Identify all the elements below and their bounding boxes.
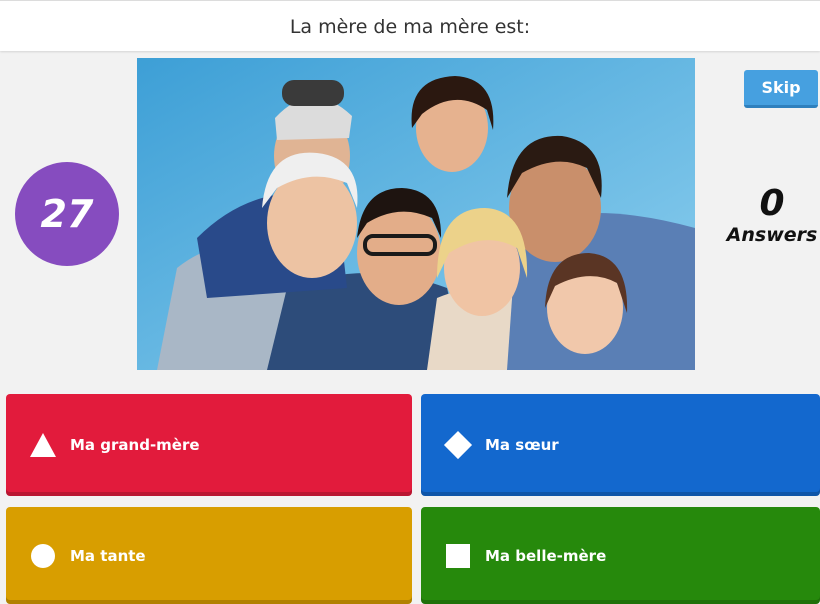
answer-option-3[interactable]: Ma tante — [6, 507, 412, 604]
answers-counter: 0 Answers — [722, 183, 820, 247]
diamond-icon — [443, 430, 473, 460]
square-icon — [443, 541, 473, 571]
answer-option-3-label: Ma tante — [70, 546, 146, 565]
circle-icon — [28, 541, 58, 571]
countdown-timer: 27 — [15, 162, 119, 266]
triangle-icon — [28, 430, 58, 460]
answer-option-4[interactable]: Ma belle-mère — [421, 507, 820, 604]
question-header: La mère de ma mère est: — [0, 0, 820, 51]
answers-count: 0 — [759, 183, 785, 224]
family-photo — [137, 58, 695, 370]
answer-option-1[interactable]: Ma grand-mère — [6, 394, 412, 496]
answer-option-2-label: Ma sœur — [485, 436, 559, 454]
answers-label: Answers — [726, 224, 818, 246]
answer-option-4-label: Ma belle-mère — [485, 546, 607, 565]
answer-option-1-label: Ma grand-mère — [70, 436, 200, 454]
timer-value: 27 — [40, 192, 94, 236]
question-image — [137, 58, 695, 370]
answer-option-2[interactable]: Ma sœur — [421, 394, 820, 496]
question-text: La mère de ma mère est: — [289, 16, 531, 38]
skip-button[interactable]: Skip — [744, 70, 818, 108]
